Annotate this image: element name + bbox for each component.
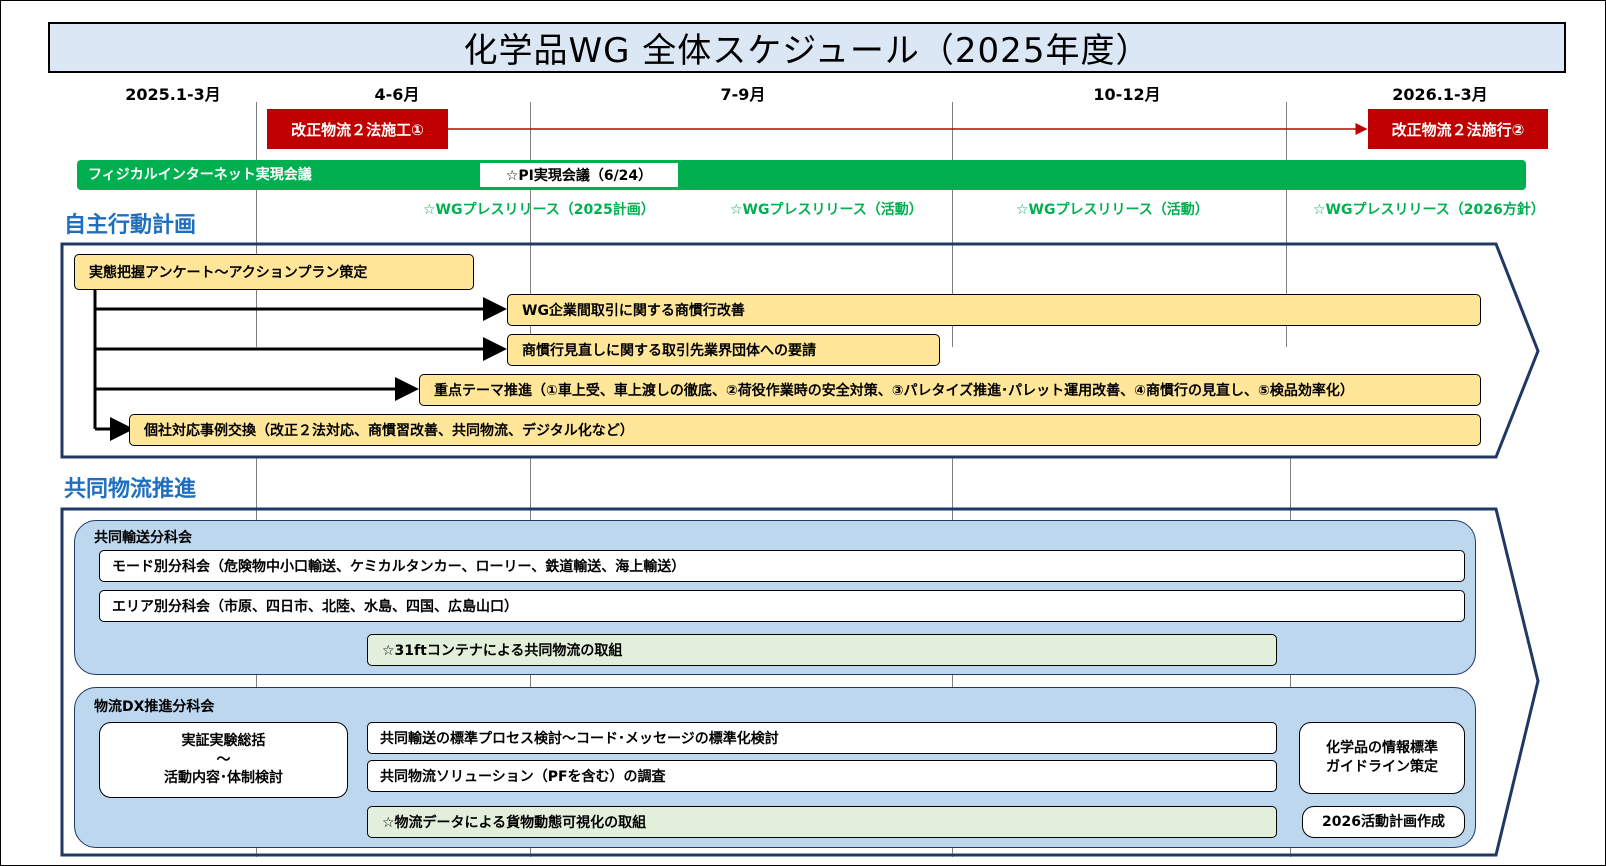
demo-summary-line-2: ～ [216,751,231,768]
section-heading-autonomous: 自主行動計画 [64,213,197,238]
pi-meeting-bar-label: フィジカルインターネット実現会議 [88,167,312,183]
pi-meeting-milestone: ☆PI実現会議（6/24） [480,163,678,187]
press-release-4: ☆WGプレスリリース（2026方針） [1313,202,1545,218]
period-label-q3: 10-12月 [1093,85,1161,104]
task-priority-themes: 重点テーマ推進（①車上受、車上渡しの徹底、②荷役作業時の安全対策、③パレタイズ推… [419,374,1481,406]
area-subcommittee: エリア別分科会（市原、四日市、北陸、水島、四国、広島山口） [99,590,1465,622]
demo-summary-line-3: 活動内容･体制検討 [164,770,283,787]
guideline-line-2: ガイドライン策定 [1326,759,1438,775]
period-label-q0: 2025.1-3月 [125,85,221,104]
task-industry-request: 商慣行見直しに関する取引先業界団体への要請 [507,334,940,366]
press-release-1: ☆WGプレスリリース（2025計画） [423,202,655,218]
guideline-box: 化学品の情報標準 ガイドライン策定 [1299,722,1465,794]
period-label-q2: 7-9月 [720,85,766,104]
law-enforcement-1: 改正物流２法施工① [267,109,448,149]
container-initiative: ☆31ftコンテナによる共同物流の取組 [367,634,1277,666]
law-enforcement-2: 改正物流２法施行② [1368,109,1548,149]
task-case-exchange: 個社対応事例交換（改正２法対応、商慣習改善、共同物流、デジタル化など） [129,414,1481,446]
press-release-3: ☆WGプレスリリース（活動） [1016,202,1209,218]
solution-survey: 共同物流ソリューション（PFを含む）の調査 [367,760,1277,792]
mode-subcommittee: モード別分科会（危険物中小口輸送、ケミカルタンカー、ローリー、鉄道輸送、海上輸送… [99,550,1465,582]
logistics-dx-label: 物流DX推進分科会 [94,699,215,715]
plan-2026-box: 2026活動計画作成 [1302,806,1465,838]
page-title: 化学品WG 全体スケジュール（2025年度） [48,22,1566,73]
standard-process-study: 共同輸送の標準プロセス検討～コード･メッセージの標準化検討 [367,722,1277,754]
demo-summary-line-1: 実証実験総括 [181,732,266,749]
guideline-line-1: 化学品の情報標準 [1326,740,1438,757]
cargo-visibility-initiative: ☆物流データによる貨物動態可視化の取組 [367,806,1277,838]
task-wg-trade-practice: WG企業間取引に関する商慣行改善 [507,294,1481,326]
joint-transport-label: 共同輸送分科会 [94,530,192,546]
demo-summary-box: 実証実験総括 ～ 活動内容･体制検討 [99,722,348,798]
period-label-q1: 4-6月 [374,85,420,104]
press-release-2: ☆WGプレスリリース（活動） [730,202,923,218]
section-heading-joint-logistics: 共同物流推進 [64,477,197,502]
period-label-q4: 2026.1-3月 [1392,85,1488,104]
task-survey: 実態把握アンケート～アクションプラン策定 [74,254,474,290]
